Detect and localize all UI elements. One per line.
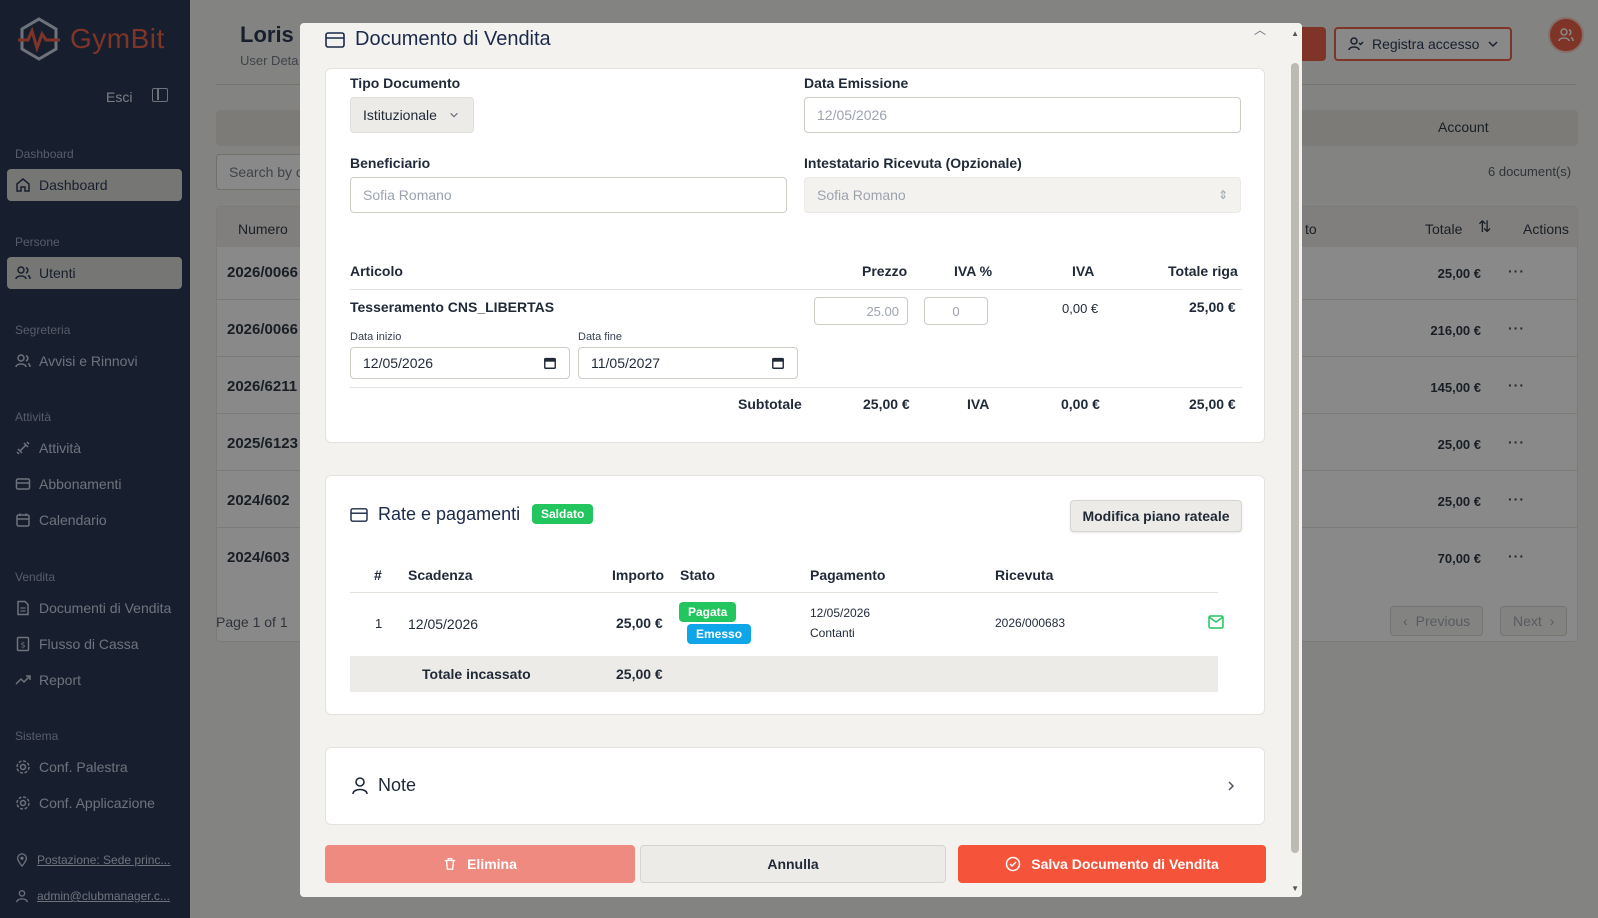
data-inizio-input[interactable]: 12/05/2026 [350, 347, 570, 379]
scroll-down-icon[interactable]: ▼ [1291, 884, 1299, 893]
data-emissione-input[interactable]: 12/05/2026 [804, 97, 1241, 133]
check-circle-icon [1006, 856, 1021, 872]
payments-title: Rate e pagamenti [378, 504, 521, 524]
subtotal-label: Subtotale [738, 396, 802, 412]
card-icon [350, 507, 368, 522]
tipo-documento-label: Tipo Documento [350, 75, 461, 91]
th-num: # [374, 567, 382, 583]
chevron-right-icon [1228, 781, 1235, 791]
divider [350, 289, 1242, 290]
intestatario-label: Intestatario Ricevuta (Opzionale) [804, 155, 1022, 171]
total-value: 25,00 € [616, 666, 663, 682]
ricevuta-number[interactable]: 2026/000683 [995, 616, 1065, 630]
rata-num: 1 [375, 616, 383, 631]
document-form-card: Tipo Documento Istituzionale Data Emissi… [325, 68, 1265, 443]
th-iva-pct: IVA % [954, 263, 993, 279]
th-iva: IVA [1072, 263, 1095, 279]
calendar-icon [544, 357, 556, 369]
rata-scadenza: 12/05/2026 [408, 616, 479, 632]
scrollbar-thumb[interactable] [1291, 63, 1299, 853]
tipo-documento-select[interactable]: Istituzionale [350, 97, 474, 133]
notes-title: Note [378, 775, 417, 795]
intestatario-select[interactable]: Sofia Romano ⇕ [804, 177, 1241, 213]
delete-button[interactable]: Elimina [325, 845, 635, 883]
calendar-icon [772, 357, 784, 369]
th-totale-riga: Totale riga [1168, 263, 1238, 279]
iva-pct-input[interactable]: 0 [924, 297, 988, 325]
payments-card: Rate e pagamenti Saldato Modifica piano … [325, 475, 1265, 715]
pagamento-metodo: Contanti [810, 626, 855, 640]
th-stato: Stato [680, 567, 715, 583]
total-row: Totale incassato 25,00 € [350, 656, 1218, 692]
tipo-documento-value: Istituzionale [363, 107, 437, 123]
th-scadenza: Scadenza [408, 567, 473, 583]
trash-icon [444, 858, 456, 870]
data-fine-value: 11/05/2027 [591, 355, 661, 371]
chevron-updown-icon: ⇕ [1217, 188, 1228, 202]
modal-title: Documento di Vendita [355, 28, 551, 50]
subtotal-iva: 0,00 € [1061, 396, 1100, 412]
total-label: Totale incassato [422, 666, 531, 682]
th-articolo: Articolo [350, 263, 403, 279]
data-fine-label: Data fine [578, 331, 623, 343]
prezzo-input[interactable]: 25.00 [814, 297, 908, 325]
pagamento-data: 12/05/2026 [810, 606, 871, 620]
divider [350, 592, 1218, 593]
modal-header: Documento di Vendita [325, 28, 551, 51]
subtotal-totale: 25,00 € [1189, 396, 1236, 412]
beneficiario-input[interactable]: Sofia Romano [350, 177, 787, 213]
th-importo: Importo [612, 567, 665, 583]
status-badge: Saldato [532, 504, 594, 524]
th-prezzo: Prezzo [862, 263, 908, 279]
subtotal-prezzo: 25,00 € [863, 396, 910, 412]
stato-pagata-badge: Pagata [679, 602, 737, 622]
data-emissione-label: Data Emissione [804, 75, 909, 91]
scroll-up-icon[interactable]: ▲ [1291, 29, 1299, 38]
intestatario-value: Sofia Romano [817, 187, 906, 203]
iva-value: 0,00 € [1062, 301, 1099, 316]
data-fine-input[interactable]: 11/05/2027 [578, 347, 798, 379]
th-pagamento: Pagamento [810, 567, 886, 583]
totale-riga-value: 25,00 € [1189, 299, 1236, 315]
articolo-name: Tesseramento CNS_LIBERTAS [350, 299, 555, 315]
save-button[interactable]: Salva Documento di Vendita [958, 845, 1266, 883]
stato-emesso-badge: Emesso [687, 624, 752, 644]
edit-installment-button[interactable]: Modifica piano rateale [1070, 500, 1242, 532]
data-inizio-label: Data inizio [350, 331, 402, 343]
chevron-down-icon [450, 112, 458, 118]
payments-header: Rate e pagamenti [350, 504, 520, 525]
user-icon [352, 777, 368, 795]
sales-document-modal: Documento di Vendita ︿ Tipo Documento Is… [300, 23, 1302, 897]
data-inizio-value: 12/05/2026 [363, 355, 434, 371]
th-ricevuta: Ricevuta [995, 567, 1054, 583]
delete-label: Elimina [467, 856, 517, 872]
divider [350, 387, 1242, 388]
rata-importo: 25,00 € [616, 615, 663, 631]
chevron-up-icon[interactable]: ︿ [1254, 23, 1266, 38]
card-icon [325, 31, 345, 48]
notes-card[interactable]: Note [325, 747, 1265, 825]
scrollbar[interactable]: ▲ ▼ [1288, 23, 1302, 897]
subtotal-iva-label: IVA [967, 396, 990, 412]
cancel-button[interactable]: Annulla [640, 845, 946, 883]
beneficiario-label: Beneficiario [350, 155, 431, 171]
mail-check-icon[interactable] [1208, 615, 1224, 629]
save-label: Salva Documento di Vendita [1031, 856, 1219, 872]
